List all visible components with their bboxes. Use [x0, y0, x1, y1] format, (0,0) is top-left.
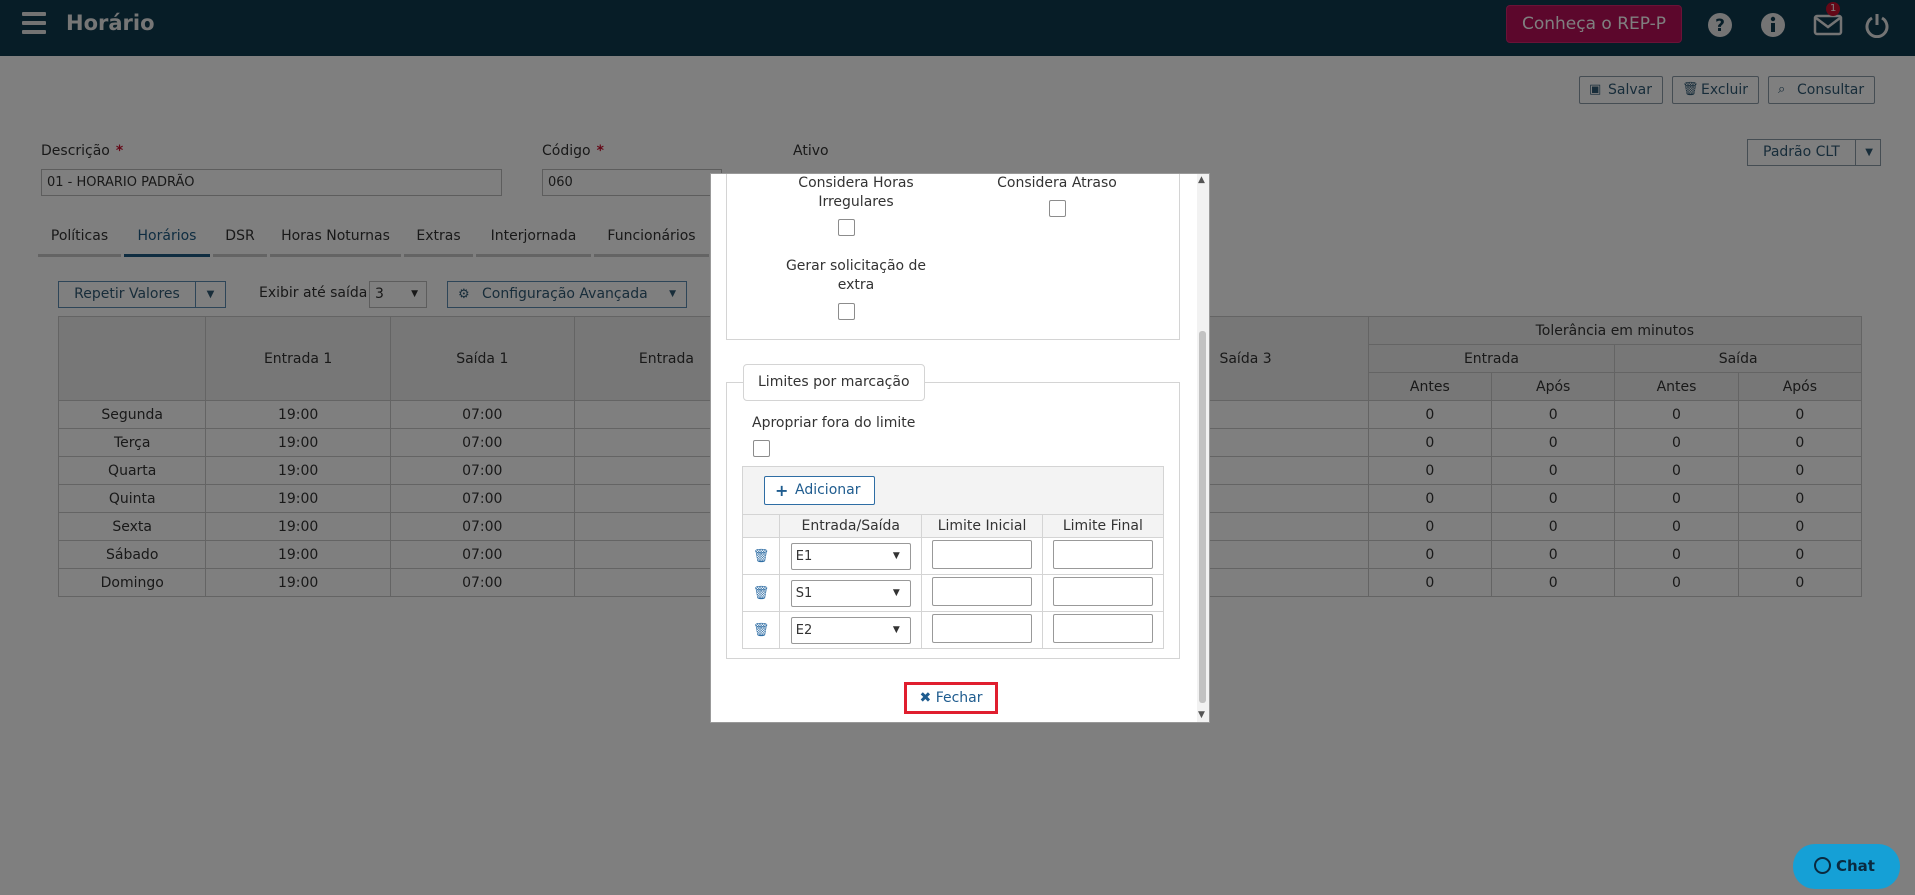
- delete-row-cell[interactable]: 🗑: [741, 611, 781, 649]
- limit-row: 🗑 E2 ▼: [741, 611, 1165, 649]
- col-in-out: Entrada/Saída: [779, 514, 923, 538]
- in-out-cell: E2 ▼: [779, 611, 923, 649]
- trash-icon[interactable]: 🗑: [753, 623, 770, 638]
- irregular-hours-checkbox[interactable]: [838, 219, 855, 236]
- delete-row-cell[interactable]: 🗑: [741, 574, 781, 612]
- modal-scrollbar[interactable]: ▲ ▼: [1197, 174, 1209, 722]
- delay-checkbox[interactable]: [1049, 200, 1066, 217]
- col-initial: Limite Inicial: [921, 514, 1043, 538]
- scroll-down-icon[interactable]: ▼: [1198, 710, 1205, 720]
- limit-row: 🗑 E1 ▼: [741, 537, 1165, 575]
- limit-final-input[interactable]: [1052, 576, 1153, 606]
- chat-bubble-icon: [1814, 857, 1831, 874]
- irregular-hours-label: Considera Horas Irregulares: [798, 175, 914, 210]
- in-out-select[interactable]: E1 ▼: [790, 542, 911, 570]
- limit-initial-input[interactable]: [932, 576, 1033, 606]
- delay-label: Considera Atraso: [997, 175, 1117, 191]
- initial-cell: [921, 574, 1043, 612]
- in-out-cell: S1 ▼: [779, 574, 923, 612]
- trash-icon[interactable]: 🗑: [753, 586, 770, 601]
- extra-request-checkbox[interactable]: [838, 303, 855, 320]
- limit-row: 🗑 S1 ▼: [741, 574, 1165, 612]
- limit-final-input[interactable]: [1052, 613, 1153, 643]
- caret-down-icon: ▼: [892, 550, 900, 561]
- appropriate-outside-label: Apropriar fora do limite: [752, 415, 916, 431]
- caret-down-icon: ▼: [892, 624, 900, 635]
- plus-icon: +: [775, 481, 789, 500]
- limits-legend: Limites por marcação: [743, 364, 925, 401]
- final-cell: [1041, 574, 1165, 612]
- trash-col-header: [741, 514, 781, 538]
- advanced-config-modal: Considera Horas Irregulares Considera At…: [710, 173, 1210, 723]
- scrollbar-thumb[interactable]: [1199, 331, 1206, 703]
- extra-request-label: Gerar solicitação de extra: [785, 258, 927, 293]
- final-cell: [1041, 611, 1165, 649]
- limit-initial-input[interactable]: [932, 539, 1033, 569]
- limits-table: Entrada/Saída Limite Inicial Limite Fina…: [741, 514, 1165, 649]
- close-icon: ✖: [919, 690, 932, 706]
- chat-button[interactable]: Chat: [1793, 844, 1900, 889]
- col-final: Limite Final: [1041, 514, 1165, 538]
- limit-final-input[interactable]: [1052, 539, 1153, 569]
- close-button[interactable]: ✖ Fechar: [904, 682, 998, 714]
- trash-icon[interactable]: 🗑: [753, 549, 770, 564]
- delete-row-cell[interactable]: 🗑: [741, 537, 781, 575]
- in-out-select[interactable]: S1 ▼: [790, 579, 911, 607]
- scroll-up-icon[interactable]: ▲: [1198, 175, 1205, 185]
- final-cell: [1041, 537, 1165, 575]
- initial-cell: [921, 537, 1043, 575]
- add-button[interactable]: + Adicionar: [764, 476, 876, 505]
- limit-initial-input[interactable]: [932, 613, 1033, 643]
- appropriate-outside-checkbox[interactable]: [753, 440, 770, 457]
- in-out-select[interactable]: E2 ▼: [790, 616, 911, 644]
- caret-down-icon: ▼: [892, 587, 900, 598]
- in-out-cell: E1 ▼: [779, 537, 923, 575]
- initial-cell: [921, 611, 1043, 649]
